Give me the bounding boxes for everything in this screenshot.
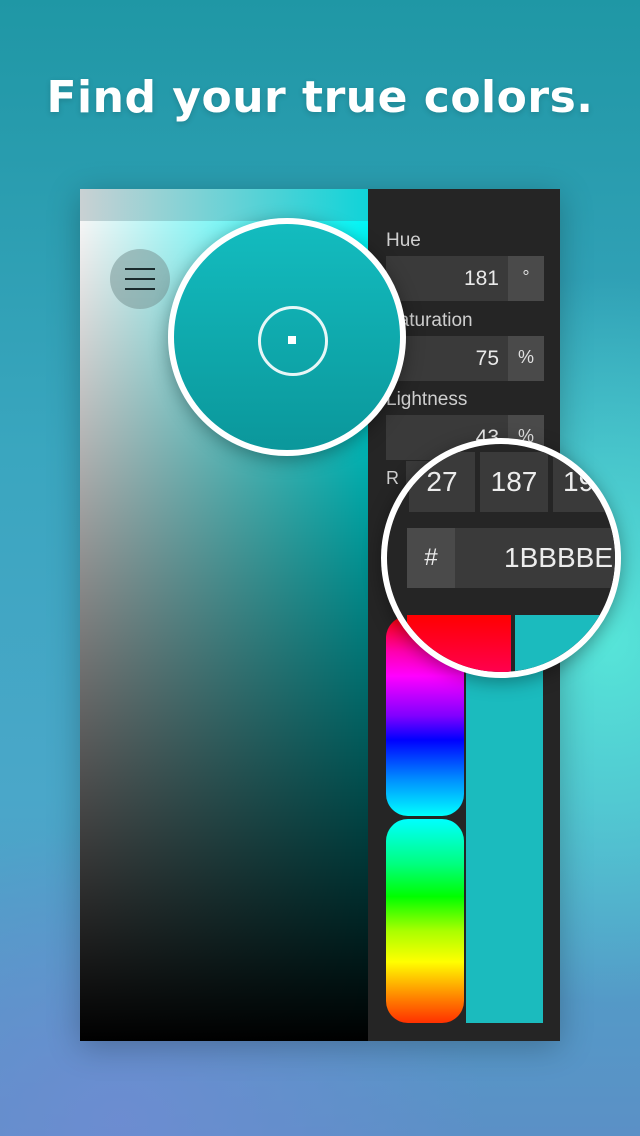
headline: Find your true colors. [46,72,594,123]
hue-field[interactable]: 181 ° [386,256,544,301]
hue-value: 181 [463,267,499,290]
status-bar [80,189,368,221]
menu-icon [125,268,155,270]
picker-magnifier [168,218,406,456]
hex-symbol: # [407,528,455,588]
hue-slider-bottom[interactable] [386,819,464,1023]
blue-value-zoom: 190 [553,452,615,512]
hue-unit: ° [508,256,544,301]
lightness-label: Lightness [386,389,468,410]
menu-icon [125,288,155,290]
saturation-field[interactable]: 75 % [386,336,544,381]
green-value-zoom: 187 [480,452,548,512]
saturation-value: 75 [475,347,499,370]
swatch-zoom [515,615,615,672]
menu-button[interactable] [110,249,170,309]
hue-slider-zoom [407,615,511,672]
hue-label: Hue [386,230,421,251]
menu-icon [125,278,155,280]
hex-value-zoom: 1BBBBE [455,528,615,588]
red-label: R [386,468,399,488]
value-magnifier: 27 187 190 # 1BBBBE [381,438,621,678]
picker-dot [288,336,296,344]
saturation-unit: % [508,336,544,381]
red-value-zoom: 27 [409,452,475,512]
